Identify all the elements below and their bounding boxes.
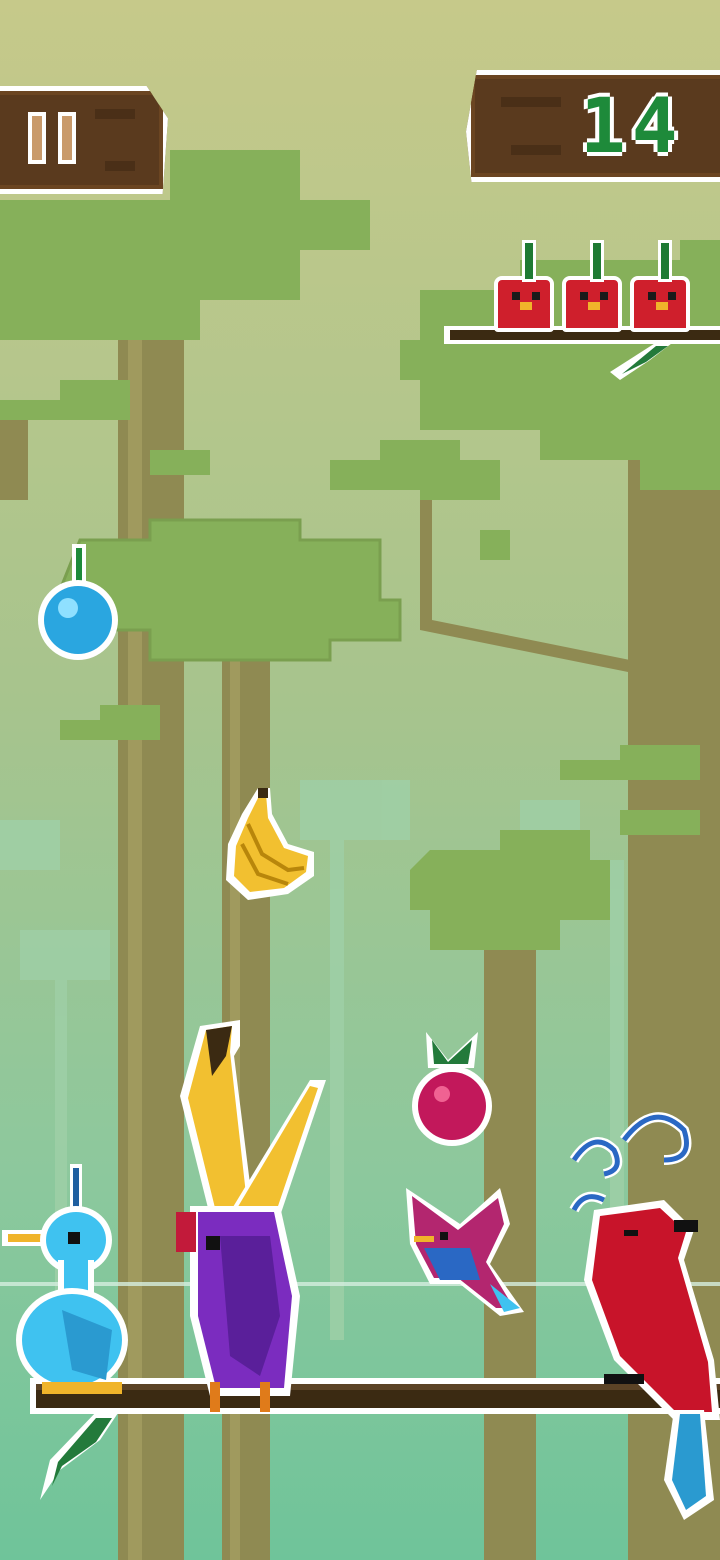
purple-toucan[interactable] (170, 1016, 330, 1416)
game-stage: 14 (0, 0, 720, 1560)
score-value: 14 (580, 81, 684, 170)
blue-bird[interactable] (2, 1160, 142, 1410)
banana-fruit[interactable] (218, 784, 318, 914)
red-cardinal[interactable] (554, 1100, 720, 1530)
pink-berry-fruit[interactable] (408, 1024, 498, 1154)
pause-button[interactable] (0, 86, 168, 194)
life-icon (562, 240, 622, 332)
life-icon (630, 240, 690, 332)
life-icon (494, 240, 554, 332)
pink-bird[interactable] (400, 1184, 530, 1324)
pause-icon (28, 112, 88, 168)
blue-berry-fruit[interactable] (36, 540, 126, 670)
